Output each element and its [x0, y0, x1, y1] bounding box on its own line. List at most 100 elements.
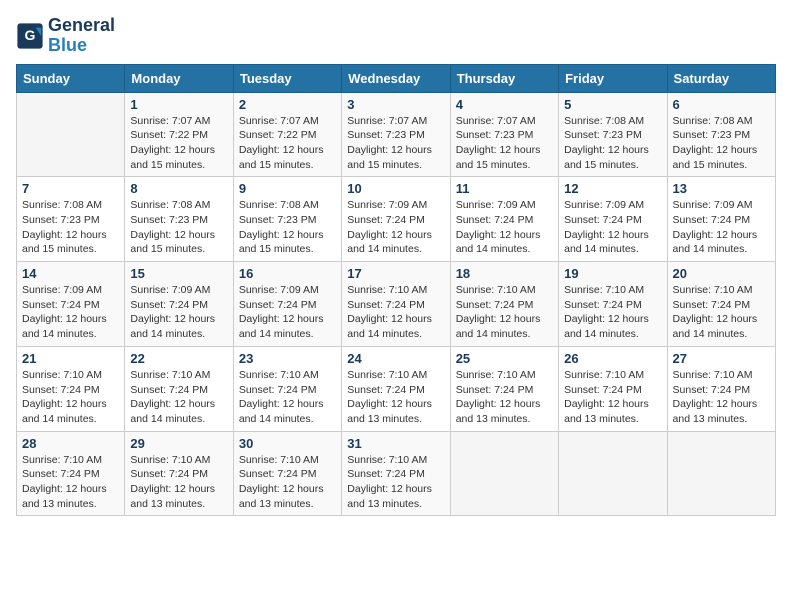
day-info: Sunrise: 7:10 AMSunset: 7:24 PMDaylight:… — [239, 368, 336, 427]
svg-text:G: G — [25, 27, 36, 43]
weekday-header-sunday: Sunday — [17, 64, 125, 92]
calendar-cell: 16Sunrise: 7:09 AMSunset: 7:24 PMDayligh… — [233, 262, 341, 347]
day-info: Sunrise: 7:09 AMSunset: 7:24 PMDaylight:… — [347, 198, 444, 257]
day-info: Sunrise: 7:10 AMSunset: 7:24 PMDaylight:… — [130, 368, 227, 427]
day-info: Sunrise: 7:08 AMSunset: 7:23 PMDaylight:… — [673, 114, 770, 173]
calendar-cell: 8Sunrise: 7:08 AMSunset: 7:23 PMDaylight… — [125, 177, 233, 262]
day-info: Sunrise: 7:10 AMSunset: 7:24 PMDaylight:… — [673, 283, 770, 342]
day-number: 4 — [456, 97, 553, 112]
calendar-week-1: 1 Sunrise: 7:07 AMSunset: 7:22 PMDaylight… — [17, 92, 776, 177]
weekday-header-thursday: Thursday — [450, 64, 558, 92]
day-info: Sunrise: 7:10 AMSunset: 7:24 PMDaylight:… — [22, 368, 119, 427]
day-info: Sunrise: 7:10 AMSunset: 7:24 PMDaylight:… — [456, 283, 553, 342]
calendar-cell: 15Sunrise: 7:09 AMSunset: 7:24 PMDayligh… — [125, 262, 233, 347]
day-info: Sunrise: 7:09 AMSunset: 7:24 PMDaylight:… — [239, 283, 336, 342]
day-number: 8 — [130, 181, 227, 196]
weekday-header-monday: Monday — [125, 64, 233, 92]
logo-text: General Blue — [48, 16, 115, 56]
day-info: Sunrise: 7:07 AMSunset: 7:23 PMDaylight:… — [347, 114, 444, 173]
day-number: 22 — [130, 351, 227, 366]
calendar-cell: 25 Sunrise: 7:10 AMSunset: 7:24 PMDayligh… — [450, 346, 558, 431]
day-number: 26 — [564, 351, 661, 366]
day-number: 24 — [347, 351, 444, 366]
calendar-cell: 30 Sunrise: 7:10 AMSunset: 7:24 PMDayligh… — [233, 431, 341, 516]
calendar-cell: 29 Sunrise: 7:10 AMSunset: 7:24 PMDayligh… — [125, 431, 233, 516]
calendar-cell: 20 Sunrise: 7:10 AMSunset: 7:24 PMDayligh… — [667, 262, 775, 347]
day-number: 27 — [673, 351, 770, 366]
calendar-cell: 3 Sunrise: 7:07 AMSunset: 7:23 PMDaylight… — [342, 92, 450, 177]
weekday-header-saturday: Saturday — [667, 64, 775, 92]
day-info: Sunrise: 7:09 AMSunset: 7:24 PMDaylight:… — [673, 198, 770, 257]
day-info: Sunrise: 7:10 AMSunset: 7:24 PMDaylight:… — [456, 368, 553, 427]
day-info: Sunrise: 7:09 AMSunset: 7:24 PMDaylight:… — [22, 283, 119, 342]
day-number: 31 — [347, 436, 444, 451]
calendar-cell — [667, 431, 775, 516]
day-number: 11 — [456, 181, 553, 196]
day-number: 25 — [456, 351, 553, 366]
day-number: 17 — [347, 266, 444, 281]
day-info: Sunrise: 7:10 AMSunset: 7:24 PMDaylight:… — [673, 368, 770, 427]
day-number: 21 — [22, 351, 119, 366]
calendar-cell: 22 Sunrise: 7:10 AMSunset: 7:24 PMDayligh… — [125, 346, 233, 431]
logo: G General Blue — [16, 16, 115, 56]
day-info: Sunrise: 7:10 AMSunset: 7:24 PMDaylight:… — [130, 453, 227, 512]
calendar-cell: 1 Sunrise: 7:07 AMSunset: 7:22 PMDaylight… — [125, 92, 233, 177]
day-number: 23 — [239, 351, 336, 366]
day-info: Sunrise: 7:10 AMSunset: 7:24 PMDaylight:… — [564, 368, 661, 427]
calendar-week-2: 7 Sunrise: 7:08 AMSunset: 7:23 PMDaylight… — [17, 177, 776, 262]
day-number: 3 — [347, 97, 444, 112]
day-number: 29 — [130, 436, 227, 451]
calendar-cell: 4 Sunrise: 7:07 AMSunset: 7:23 PMDaylight… — [450, 92, 558, 177]
calendar-week-5: 28Sunrise: 7:10 AMSunset: 7:24 PMDayligh… — [17, 431, 776, 516]
calendar-cell: 17Sunrise: 7:10 AMSunset: 7:24 PMDayligh… — [342, 262, 450, 347]
calendar-cell: 2 Sunrise: 7:07 AMSunset: 7:22 PMDaylight… — [233, 92, 341, 177]
calendar-cell: 19 Sunrise: 7:10 AMSunset: 7:24 PMDayligh… — [559, 262, 667, 347]
day-number: 15 — [130, 266, 227, 281]
day-number: 9 — [239, 181, 336, 196]
day-info: Sunrise: 7:10 AMSunset: 7:24 PMDaylight:… — [347, 453, 444, 512]
calendar-cell: 28Sunrise: 7:10 AMSunset: 7:24 PMDayligh… — [17, 431, 125, 516]
calendar-cell: 12Sunrise: 7:09 AMSunset: 7:24 PMDayligh… — [559, 177, 667, 262]
day-info: Sunrise: 7:07 AMSunset: 7:22 PMDaylight:… — [239, 114, 336, 173]
calendar-cell — [17, 92, 125, 177]
day-info: Sunrise: 7:07 AMSunset: 7:23 PMDaylight:… — [456, 114, 553, 173]
calendar-table: SundayMondayTuesdayWednesdayThursdayFrid… — [16, 64, 776, 517]
day-info: Sunrise: 7:10 AMSunset: 7:24 PMDaylight:… — [239, 453, 336, 512]
day-number: 5 — [564, 97, 661, 112]
day-number: 6 — [673, 97, 770, 112]
day-number: 1 — [130, 97, 227, 112]
calendar-week-4: 21 Sunrise: 7:10 AMSunset: 7:24 PMDayligh… — [17, 346, 776, 431]
calendar-cell: 31 Sunrise: 7:10 AMSunset: 7:24 PMDayligh… — [342, 431, 450, 516]
calendar-cell: 18 Sunrise: 7:10 AMSunset: 7:24 PMDayligh… — [450, 262, 558, 347]
day-number: 20 — [673, 266, 770, 281]
weekday-header-friday: Friday — [559, 64, 667, 92]
day-info: Sunrise: 7:10 AMSunset: 7:24 PMDaylight:… — [22, 453, 119, 512]
day-info: Sunrise: 7:07 AMSunset: 7:22 PMDaylight:… — [130, 114, 227, 173]
day-number: 10 — [347, 181, 444, 196]
day-info: Sunrise: 7:08 AMSunset: 7:23 PMDaylight:… — [22, 198, 119, 257]
day-info: Sunrise: 7:08 AMSunset: 7:23 PMDaylight:… — [564, 114, 661, 173]
calendar-cell: 14Sunrise: 7:09 AMSunset: 7:24 PMDayligh… — [17, 262, 125, 347]
calendar-cell: 27 Sunrise: 7:10 AMSunset: 7:24 PMDayligh… — [667, 346, 775, 431]
day-info: Sunrise: 7:09 AMSunset: 7:24 PMDaylight:… — [456, 198, 553, 257]
calendar-cell: 7 Sunrise: 7:08 AMSunset: 7:23 PMDaylight… — [17, 177, 125, 262]
day-number: 18 — [456, 266, 553, 281]
calendar-cell: 23 Sunrise: 7:10 AMSunset: 7:24 PMDayligh… — [233, 346, 341, 431]
calendar-cell: 5 Sunrise: 7:08 AMSunset: 7:23 PMDaylight… — [559, 92, 667, 177]
day-info: Sunrise: 7:10 AMSunset: 7:24 PMDaylight:… — [347, 368, 444, 427]
day-number: 19 — [564, 266, 661, 281]
day-info: Sunrise: 7:10 AMSunset: 7:24 PMDaylight:… — [564, 283, 661, 342]
day-number: 30 — [239, 436, 336, 451]
weekday-header-wednesday: Wednesday — [342, 64, 450, 92]
day-number: 2 — [239, 97, 336, 112]
page-header: G General Blue — [16, 16, 776, 56]
calendar-cell: 11 Sunrise: 7:09 AMSunset: 7:24 PMDayligh… — [450, 177, 558, 262]
calendar-cell: 10 Sunrise: 7:09 AMSunset: 7:24 PMDayligh… — [342, 177, 450, 262]
day-info: Sunrise: 7:08 AMSunset: 7:23 PMDaylight:… — [239, 198, 336, 257]
calendar-cell — [559, 431, 667, 516]
day-number: 12 — [564, 181, 661, 196]
calendar-cell: 24 Sunrise: 7:10 AMSunset: 7:24 PMDayligh… — [342, 346, 450, 431]
calendar-cell: 21 Sunrise: 7:10 AMSunset: 7:24 PMDayligh… — [17, 346, 125, 431]
calendar-cell: 9 Sunrise: 7:08 AMSunset: 7:23 PMDaylight… — [233, 177, 341, 262]
day-number: 7 — [22, 181, 119, 196]
